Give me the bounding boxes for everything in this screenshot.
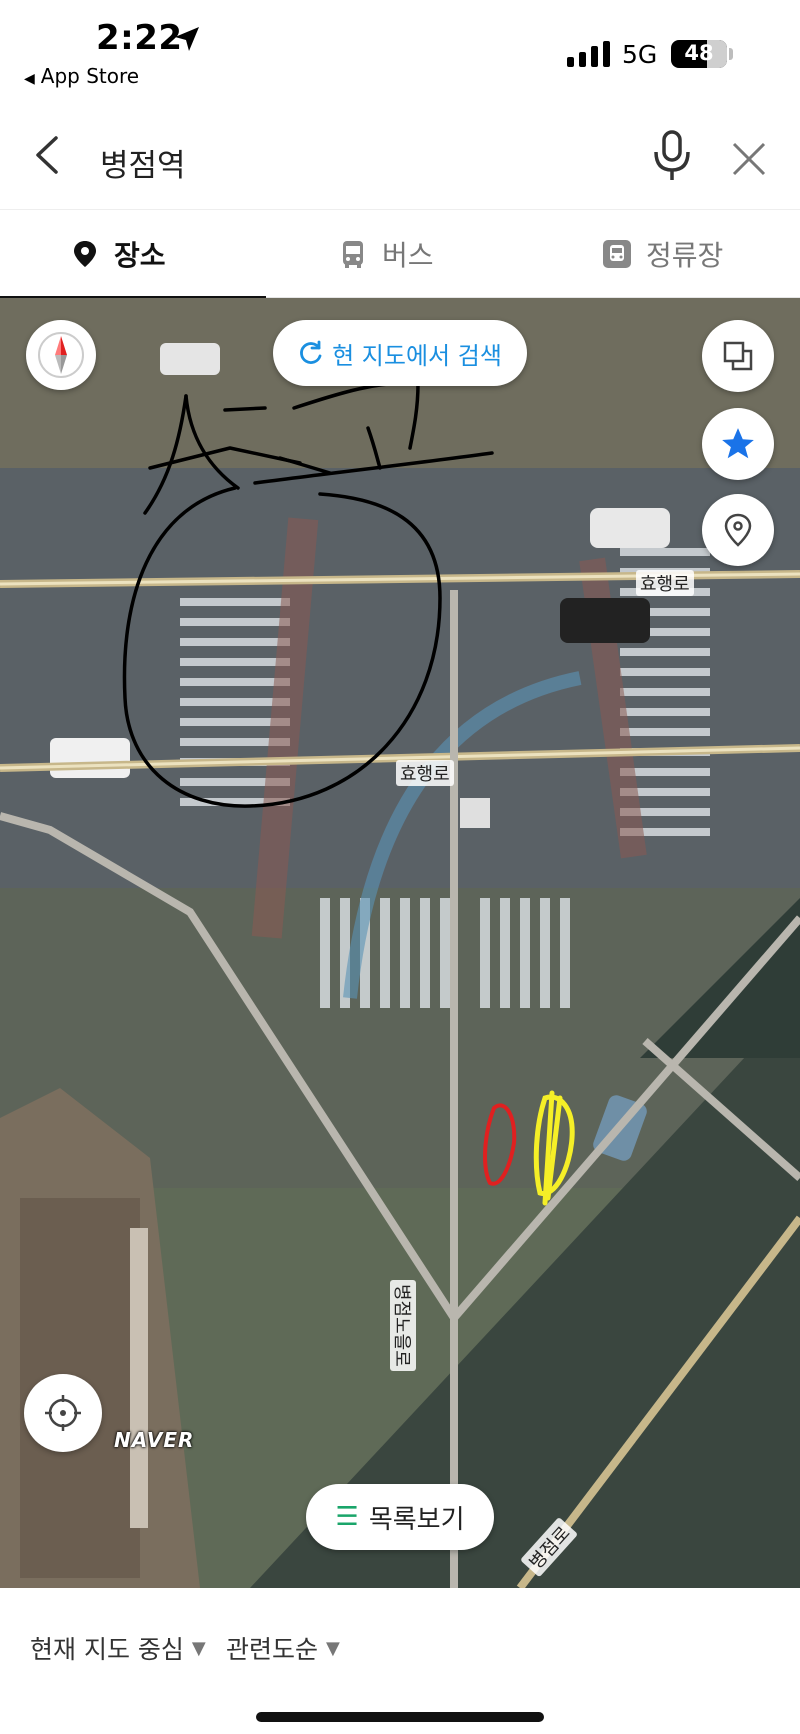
cellular-signal-icon (567, 41, 610, 67)
satellite-map (0, 298, 800, 1588)
tab-place-label: 장소 (114, 239, 166, 272)
naver-logo: NAVER (114, 1428, 195, 1452)
search-query[interactable]: 병점역 (100, 140, 186, 185)
bottom-sheet: 현재 지도 중심 ▼ 관련도순 ▼ (0, 1588, 800, 1734)
map-view[interactable]: 효행로 효행로 병점노을로 병점로 NAVER 현 지도에서 검색 ☰ 목록보기 (0, 298, 800, 1588)
battery-cap (729, 48, 733, 60)
search-tabs: 장소 버스 정류장 (0, 210, 800, 299)
back-triangle-icon: ◀ (24, 71, 35, 87)
star-icon (722, 428, 754, 459)
back-chevron-icon[interactable] (28, 132, 68, 178)
status-bar: 2:22 ◀ App Store 5G 48 (0, 0, 800, 100)
dropdown-caret-icon: ▼ (326, 1637, 340, 1659)
bus-stop-icon (603, 240, 631, 268)
location-arrow-icon (175, 27, 199, 51)
my-place-button[interactable] (702, 494, 774, 566)
layers-icon (723, 341, 753, 371)
map-layers-button[interactable] (702, 320, 774, 392)
list-view-label: 목록보기 (368, 1504, 465, 1535)
bus-icon (343, 241, 363, 268)
dropdown-caret-icon: ▼ (191, 1637, 206, 1659)
sort-map-center-label: 현재 지도 중심 (30, 1635, 184, 1664)
refresh-icon (300, 340, 322, 364)
search-this-area-button[interactable]: 현 지도에서 검색 (273, 320, 527, 386)
list-view-button[interactable]: ☰ 목록보기 (306, 1484, 494, 1550)
compass-icon (38, 332, 84, 378)
search-this-area-label: 현 지도에서 검색 (332, 341, 502, 370)
place-pin-icon (74, 241, 96, 267)
road-label-byeongjeom-noeul: 병점노을로 (390, 1280, 416, 1371)
close-icon[interactable] (730, 140, 768, 178)
tab-bus[interactable]: 버스 (338, 210, 434, 298)
battery-level: 48 (684, 41, 714, 65)
status-time: 2:22 (96, 18, 183, 58)
search-bar: 병점역 (0, 100, 800, 210)
tab-stop-label: 정류장 (646, 239, 724, 272)
back-to-app-link[interactable]: ◀ App Store (24, 64, 139, 88)
favorites-button[interactable] (702, 408, 774, 480)
tab-bus-stop[interactable]: 정류장 (602, 210, 723, 298)
home-indicator (256, 1712, 544, 1722)
crosshair-icon (45, 1395, 81, 1431)
back-app-label: App Store (40, 64, 140, 88)
tab-place[interactable]: 장소 (70, 210, 166, 298)
network-type: 5G (622, 40, 658, 69)
battery-icon: 48 (671, 40, 727, 68)
map-pin-icon (724, 513, 752, 547)
compass-button[interactable] (26, 320, 96, 390)
sort-map-center-dropdown[interactable]: 현재 지도 중심 ▼ (30, 1630, 206, 1666)
road-label-hyohaeng-2: 효행로 (396, 760, 454, 786)
list-icon: ☰ (335, 1502, 359, 1532)
road-label-hyohaeng-1: 효행로 (636, 570, 694, 596)
current-location-button[interactable] (24, 1374, 102, 1452)
tab-bus-label: 버스 (382, 239, 434, 272)
sort-order-label: 관련도순 (226, 1635, 319, 1664)
sort-order-dropdown[interactable]: 관련도순 ▼ (226, 1630, 340, 1666)
microphone-icon[interactable] (650, 130, 694, 182)
